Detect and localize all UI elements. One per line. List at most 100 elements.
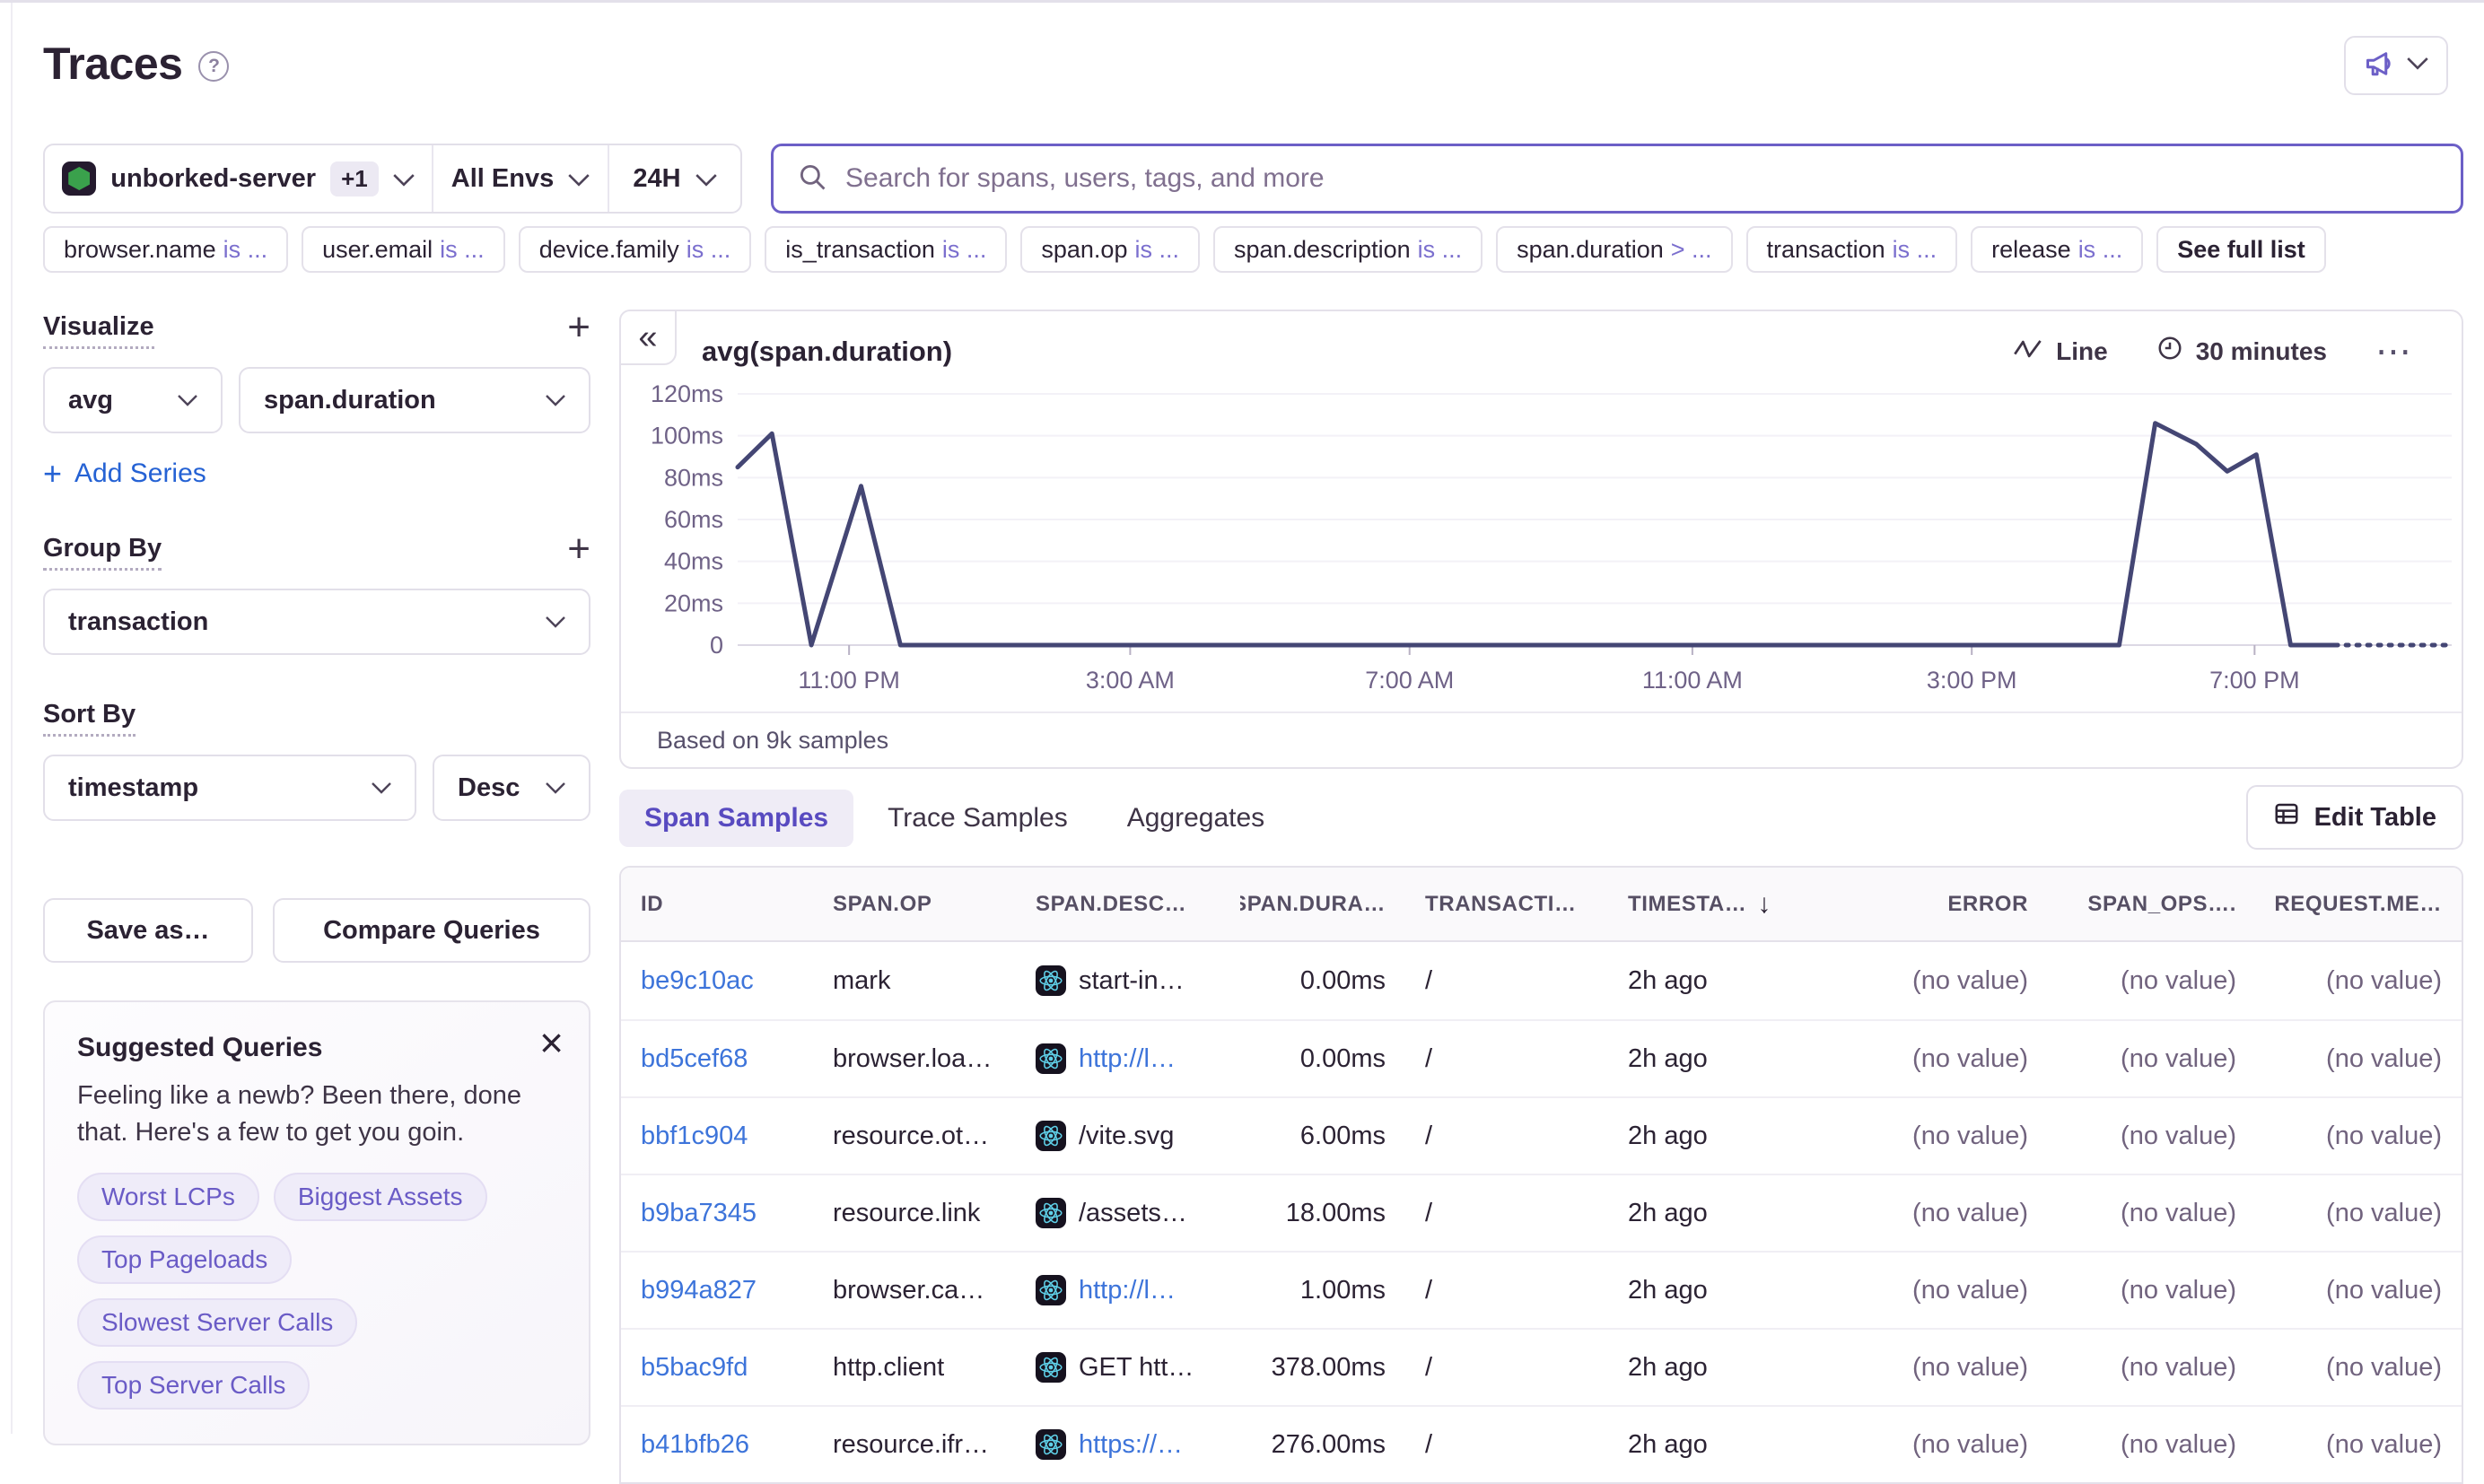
span-samples-table: IDSPAN.OPSPAN.DESC…SPAN.DURA…TRANSACTI…T… (619, 866, 2463, 1484)
suggested-query-pill[interactable]: Biggest Assets (274, 1173, 487, 1221)
column-header-timesta-[interactable]: TIMESTA…↓ (1608, 889, 1825, 920)
timestamp-cell[interactable]: 2h ago (1608, 1199, 1825, 1228)
collapse-sidebar-button[interactable]: « (619, 310, 677, 365)
span-description-cell: /assets… (1016, 1198, 1240, 1228)
chart-more-menu-icon[interactable]: ⋯ (2375, 343, 2413, 361)
chart-interval-selector[interactable]: 30 minutes (2156, 335, 2327, 368)
page-title: Traces (43, 38, 182, 90)
span-id-cell[interactable]: b9ba7345 (621, 1199, 813, 1228)
filter-chip-device.family[interactable]: device.familyis ... (519, 226, 752, 273)
filter-chip-release[interactable]: releaseis ... (1971, 226, 2143, 273)
nav-edge-divider (11, 3, 13, 1434)
filter-chip-span.duration[interactable]: span.duration> ... (1496, 226, 1732, 273)
filter-chip-span.description[interactable]: span.descriptionis ... (1213, 226, 1483, 273)
filter-chip-user.email[interactable]: user.emailis ... (302, 226, 505, 273)
span-id-cell[interactable]: bbf1c904 (621, 1122, 813, 1151)
tab-span-samples[interactable]: Span Samples (619, 790, 853, 847)
edit-table-label: Edit Table (2314, 803, 2436, 833)
suggested-query-pill[interactable]: Worst LCPs (77, 1173, 259, 1221)
environment-selector[interactable]: All Envs (432, 145, 608, 212)
timestamp-cell[interactable]: 2h ago (1608, 1122, 1825, 1151)
timestamp-cell[interactable]: 2h ago (1608, 1044, 1825, 1074)
span-id-cell[interactable]: b994a827 (621, 1276, 813, 1305)
add-visualize-button[interactable]: + (567, 312, 590, 343)
filter-chip-browser.name[interactable]: browser.nameis ... (43, 226, 288, 273)
visualize-field-value: span.duration (264, 386, 436, 415)
error-cell: (no value) (1825, 1044, 2048, 1074)
svg-text:0: 0 (710, 632, 723, 659)
compare-queries-button[interactable]: Compare Queries (273, 898, 590, 963)
table-header-row: IDSPAN.OPSPAN.DESC…SPAN.DURA…TRANSACTI…T… (621, 868, 2462, 942)
timestamp-cell[interactable]: 2h ago (1608, 1430, 1825, 1460)
group-by-select[interactable]: transaction (43, 589, 590, 655)
request-method-cell: (no value) (2256, 1276, 2462, 1305)
add-series-button[interactable]: + Add Series (43, 455, 590, 493)
span-id-cell[interactable]: b5bac9fd (621, 1353, 813, 1383)
see-full-list-button[interactable]: See full list (2156, 226, 2326, 273)
span-duration-cell: 378.00ms (1240, 1353, 1405, 1383)
column-header-request-me-[interactable]: REQUEST.ME… (2256, 892, 2462, 917)
column-header-error[interactable]: ERROR (1825, 892, 2048, 917)
span-duration-cell: 1.00ms (1240, 1276, 1405, 1305)
svg-text:120ms: 120ms (651, 383, 723, 407)
tab-aggregates[interactable]: Aggregates (1102, 790, 1290, 847)
help-icon[interactable]: ? (198, 51, 229, 82)
span-id-cell[interactable]: be9c10ac (621, 966, 813, 996)
span-description-cell: /vite.svg (1016, 1121, 1240, 1151)
sort-field-select[interactable]: timestamp (43, 755, 416, 821)
column-header-span-dura-[interactable]: SPAN.DURA… (1240, 892, 1405, 917)
aggregate-select[interactable]: avg (43, 367, 223, 433)
main-content: « avg(span.duration) Line 30 minutes ⋯ (619, 310, 2463, 769)
chart-type-selector[interactable]: Line (2013, 337, 2108, 366)
span-description-cell[interactable]: https://… (1016, 1429, 1240, 1460)
suggested-query-pill[interactable]: Slowest Server Calls (77, 1298, 357, 1347)
filter-chip-span.op[interactable]: span.opis ... (1020, 226, 1200, 273)
span-duration-cell: 0.00ms (1240, 1044, 1405, 1074)
time-range-selector[interactable]: 24H (608, 145, 740, 212)
transaction-cell: / (1405, 966, 1608, 996)
span-op-cell: resource.other (813, 1122, 1016, 1151)
span-op-cell: resource.link (813, 1199, 1016, 1228)
span-description-cell: GET htt… (1016, 1352, 1240, 1383)
tab-trace-samples[interactable]: Trace Samples (862, 790, 1093, 847)
save-as-button[interactable]: Save as… (43, 898, 253, 963)
search-input[interactable] (845, 163, 2437, 194)
chart-type-label: Line (2056, 337, 2108, 366)
span-id-cell[interactable]: b41bfb26 (621, 1430, 813, 1460)
column-header-transacti-[interactable]: TRANSACTI… (1405, 892, 1608, 917)
table-row: b9ba7345resource.link/assets…18.00ms/2h … (621, 1174, 2462, 1251)
span-ops-cell: (no value) (2048, 1044, 2256, 1074)
span-id-cell[interactable]: bd5cef68 (621, 1044, 813, 1074)
filter-chip-is_transaction[interactable]: is_transactionis ... (765, 226, 1007, 273)
timestamp-cell[interactable]: 2h ago (1608, 966, 1825, 996)
add-group-by-button[interactable]: + (567, 534, 590, 564)
timestamp-cell[interactable]: 2h ago (1608, 1353, 1825, 1383)
line-chart-icon (2013, 337, 2043, 366)
column-header-id[interactable]: ID (621, 892, 813, 917)
request-method-cell: (no value) (2256, 1199, 2462, 1228)
span-duration-cell: 276.00ms (1240, 1430, 1405, 1460)
span-ops-cell: (no value) (2048, 966, 2256, 996)
column-header-span-ops-[interactable]: SPAN_OPS…. (2048, 892, 2256, 917)
span-op-cell: browser.load… (813, 1044, 1016, 1074)
span-duration-cell: 0.00ms (1240, 966, 1405, 996)
column-header-span-desc-[interactable]: SPAN.DESC… (1016, 892, 1240, 917)
filter-chip-transaction[interactable]: transactionis ... (1746, 226, 1958, 273)
whats-new-button[interactable] (2344, 36, 2448, 95)
suggested-query-pill[interactable]: Top Server Calls (77, 1361, 310, 1410)
close-icon[interactable]: × (539, 1018, 564, 1067)
column-header-span-op[interactable]: SPAN.OP (813, 892, 1016, 917)
sort-direction-select[interactable]: Desc (433, 755, 590, 821)
project-selector[interactable]: unborked-server +1 (45, 145, 432, 212)
edit-table-button[interactable]: Edit Table (2246, 785, 2463, 850)
span-duration-line-chart[interactable]: 020ms40ms60ms80ms100ms120ms11:00 PM3:00 … (621, 383, 2465, 693)
visualize-field-select[interactable]: span.duration (239, 367, 590, 433)
span-description-cell[interactable]: http://l… (1016, 1275, 1240, 1305)
timestamp-cell[interactable]: 2h ago (1608, 1276, 1825, 1305)
suggested-query-pill[interactable]: Top Pageloads (77, 1235, 292, 1284)
search-bar[interactable] (771, 144, 2463, 214)
span-description-cell[interactable]: http://l… (1016, 1043, 1240, 1074)
suggested-queries-title: Suggested Queries (77, 1033, 556, 1063)
project-platform-icon (62, 161, 96, 196)
span-ops-cell: (no value) (2048, 1430, 2256, 1460)
